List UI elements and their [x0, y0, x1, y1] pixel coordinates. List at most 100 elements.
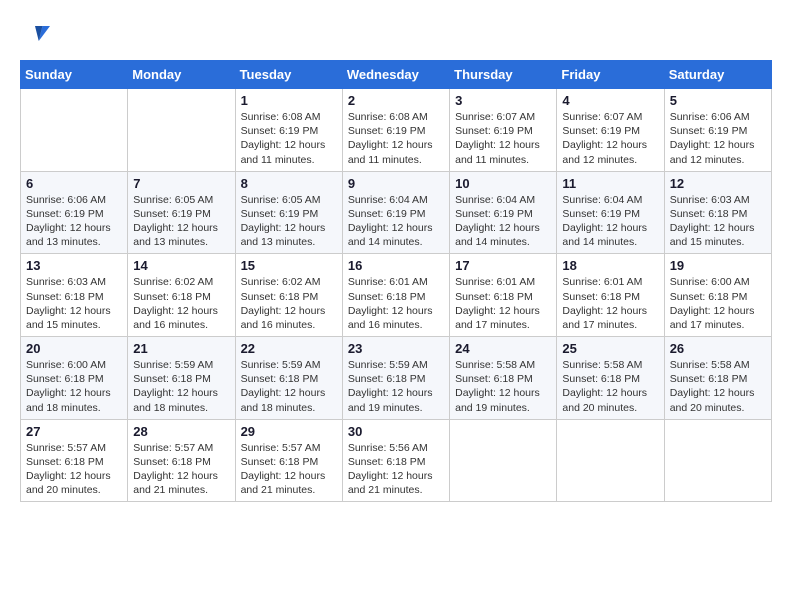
- day-number: 27: [26, 424, 122, 439]
- day-info: Sunrise: 5:58 AM Sunset: 6:18 PM Dayligh…: [562, 358, 658, 415]
- calendar-cell: 15Sunrise: 6:02 AM Sunset: 6:18 PM Dayli…: [235, 254, 342, 337]
- page-header: [20, 20, 772, 50]
- calendar-cell: [664, 419, 771, 502]
- day-number: 16: [348, 258, 444, 273]
- calendar-cell: [21, 89, 128, 172]
- day-number: 22: [241, 341, 337, 356]
- day-info: Sunrise: 6:04 AM Sunset: 6:19 PM Dayligh…: [348, 193, 444, 250]
- day-info: Sunrise: 6:01 AM Sunset: 6:18 PM Dayligh…: [348, 275, 444, 332]
- day-info: Sunrise: 6:03 AM Sunset: 6:18 PM Dayligh…: [670, 193, 766, 250]
- calendar-cell: 10 Sunrise: 6:04 AM Sunset: 6:19 PM Dayli…: [450, 171, 557, 254]
- calendar-cell: 16 Sunrise: 6:01 AM Sunset: 6:18 PM Dayli…: [342, 254, 449, 337]
- day-number: 2: [348, 93, 444, 108]
- day-number: 29: [241, 424, 337, 439]
- day-number: 20: [26, 341, 122, 356]
- logo: [20, 20, 54, 50]
- weekday-header-friday: Friday: [557, 61, 664, 89]
- calendar-cell: 28Sunrise: 5:57 AM Sunset: 6:18 PM Dayli…: [128, 419, 235, 502]
- day-number: 30: [348, 424, 444, 439]
- day-info: Sunrise: 5:56 AM Sunset: 6:18 PM Dayligh…: [348, 441, 444, 498]
- day-info: Sunrise: 6:01 AM Sunset: 6:18 PM Dayligh…: [455, 275, 551, 332]
- day-number: 3: [455, 93, 551, 108]
- day-info: Sunrise: 5:57 AM Sunset: 6:18 PM Dayligh…: [26, 441, 122, 498]
- week-row-4: 20 Sunrise: 6:00 AM Sunset: 6:18 PM Dayli…: [21, 337, 772, 420]
- day-info: Sunrise: 6:02 AM Sunset: 6:18 PM Dayligh…: [241, 275, 337, 332]
- day-info: Sunrise: 6:05 AM Sunset: 6:19 PM Dayligh…: [133, 193, 229, 250]
- calendar-cell: 29 Sunrise: 5:57 AM Sunset: 6:18 PM Dayli…: [235, 419, 342, 502]
- week-row-3: 13Sunrise: 6:03 AM Sunset: 6:18 PM Dayli…: [21, 254, 772, 337]
- day-number: 8: [241, 176, 337, 191]
- day-info: Sunrise: 5:59 AM Sunset: 6:18 PM Dayligh…: [133, 358, 229, 415]
- weekday-header-sunday: Sunday: [21, 61, 128, 89]
- day-info: Sunrise: 6:07 AM Sunset: 6:19 PM Dayligh…: [562, 110, 658, 167]
- calendar-cell: [557, 419, 664, 502]
- weekday-header-row: SundayMondayTuesdayWednesdayThursdayFrid…: [21, 61, 772, 89]
- day-info: Sunrise: 6:08 AM Sunset: 6:19 PM Dayligh…: [348, 110, 444, 167]
- day-info: Sunrise: 6:01 AM Sunset: 6:18 PM Dayligh…: [562, 275, 658, 332]
- day-info: Sunrise: 6:06 AM Sunset: 6:19 PM Dayligh…: [670, 110, 766, 167]
- calendar-cell: 27 Sunrise: 5:57 AM Sunset: 6:18 PM Dayli…: [21, 419, 128, 502]
- day-info: Sunrise: 5:57 AM Sunset: 6:18 PM Dayligh…: [241, 441, 337, 498]
- calendar-cell: [450, 419, 557, 502]
- calendar-cell: 24 Sunrise: 5:58 AM Sunset: 6:18 PM Dayli…: [450, 337, 557, 420]
- day-info: Sunrise: 6:04 AM Sunset: 6:19 PM Dayligh…: [455, 193, 551, 250]
- day-number: 6: [26, 176, 122, 191]
- calendar-cell: 3 Sunrise: 6:07 AM Sunset: 6:19 PM Daylig…: [450, 89, 557, 172]
- week-row-1: 1 Sunrise: 6:08 AM Sunset: 6:19 PM Daylig…: [21, 89, 772, 172]
- day-number: 18: [562, 258, 658, 273]
- calendar-cell: 4Sunrise: 6:07 AM Sunset: 6:19 PM Daylig…: [557, 89, 664, 172]
- calendar-cell: 14Sunrise: 6:02 AM Sunset: 6:18 PM Dayli…: [128, 254, 235, 337]
- weekday-header-monday: Monday: [128, 61, 235, 89]
- calendar-cell: 21 Sunrise: 5:59 AM Sunset: 6:18 PM Dayli…: [128, 337, 235, 420]
- day-number: 25: [562, 341, 658, 356]
- logo-icon: [20, 20, 50, 50]
- weekday-header-tuesday: Tuesday: [235, 61, 342, 89]
- day-number: 1: [241, 93, 337, 108]
- calendar-cell: 17 Sunrise: 6:01 AM Sunset: 6:18 PM Dayli…: [450, 254, 557, 337]
- day-number: 7: [133, 176, 229, 191]
- calendar-cell: 7 Sunrise: 6:05 AM Sunset: 6:19 PM Daylig…: [128, 171, 235, 254]
- day-number: 24: [455, 341, 551, 356]
- calendar-cell: 30 Sunrise: 5:56 AM Sunset: 6:18 PM Dayli…: [342, 419, 449, 502]
- day-info: Sunrise: 6:08 AM Sunset: 6:19 PM Dayligh…: [241, 110, 337, 167]
- calendar-cell: 1 Sunrise: 6:08 AM Sunset: 6:19 PM Daylig…: [235, 89, 342, 172]
- day-number: 13: [26, 258, 122, 273]
- day-info: Sunrise: 6:04 AM Sunset: 6:19 PM Dayligh…: [562, 193, 658, 250]
- day-info: Sunrise: 5:57 AM Sunset: 6:18 PM Dayligh…: [133, 441, 229, 498]
- calendar-cell: 20 Sunrise: 6:00 AM Sunset: 6:18 PM Dayli…: [21, 337, 128, 420]
- day-info: Sunrise: 5:58 AM Sunset: 6:18 PM Dayligh…: [670, 358, 766, 415]
- day-info: Sunrise: 5:59 AM Sunset: 6:18 PM Dayligh…: [241, 358, 337, 415]
- day-info: Sunrise: 6:00 AM Sunset: 6:18 PM Dayligh…: [670, 275, 766, 332]
- calendar-cell: 13Sunrise: 6:03 AM Sunset: 6:18 PM Dayli…: [21, 254, 128, 337]
- calendar-cell: 6Sunrise: 6:06 AM Sunset: 6:19 PM Daylig…: [21, 171, 128, 254]
- day-info: Sunrise: 5:59 AM Sunset: 6:18 PM Dayligh…: [348, 358, 444, 415]
- day-number: 12: [670, 176, 766, 191]
- calendar-cell: 11Sunrise: 6:04 AM Sunset: 6:19 PM Dayli…: [557, 171, 664, 254]
- weekday-header-saturday: Saturday: [664, 61, 771, 89]
- calendar-table: SundayMondayTuesdayWednesdayThursdayFrid…: [20, 60, 772, 502]
- day-number: 19: [670, 258, 766, 273]
- calendar-cell: 8Sunrise: 6:05 AM Sunset: 6:19 PM Daylig…: [235, 171, 342, 254]
- day-number: 10: [455, 176, 551, 191]
- day-info: Sunrise: 6:02 AM Sunset: 6:18 PM Dayligh…: [133, 275, 229, 332]
- day-info: Sunrise: 6:07 AM Sunset: 6:19 PM Dayligh…: [455, 110, 551, 167]
- calendar-cell: 22 Sunrise: 5:59 AM Sunset: 6:18 PM Dayli…: [235, 337, 342, 420]
- calendar-cell: 2 Sunrise: 6:08 AM Sunset: 6:19 PM Daylig…: [342, 89, 449, 172]
- calendar-cell: 26 Sunrise: 5:58 AM Sunset: 6:18 PM Dayli…: [664, 337, 771, 420]
- calendar-cell: [128, 89, 235, 172]
- day-info: Sunrise: 5:58 AM Sunset: 6:18 PM Dayligh…: [455, 358, 551, 415]
- weekday-header-wednesday: Wednesday: [342, 61, 449, 89]
- calendar-cell: 25 Sunrise: 5:58 AM Sunset: 6:18 PM Dayli…: [557, 337, 664, 420]
- day-info: Sunrise: 6:00 AM Sunset: 6:18 PM Dayligh…: [26, 358, 122, 415]
- week-row-5: 27 Sunrise: 5:57 AM Sunset: 6:18 PM Dayli…: [21, 419, 772, 502]
- calendar-cell: 23 Sunrise: 5:59 AM Sunset: 6:18 PM Dayli…: [342, 337, 449, 420]
- day-number: 26: [670, 341, 766, 356]
- day-number: 23: [348, 341, 444, 356]
- calendar-cell: 5 Sunrise: 6:06 AM Sunset: 6:19 PM Daylig…: [664, 89, 771, 172]
- calendar-cell: 19 Sunrise: 6:00 AM Sunset: 6:18 PM Dayli…: [664, 254, 771, 337]
- weekday-header-thursday: Thursday: [450, 61, 557, 89]
- day-number: 17: [455, 258, 551, 273]
- day-number: 5: [670, 93, 766, 108]
- day-number: 21: [133, 341, 229, 356]
- calendar-cell: 18 Sunrise: 6:01 AM Sunset: 6:18 PM Dayli…: [557, 254, 664, 337]
